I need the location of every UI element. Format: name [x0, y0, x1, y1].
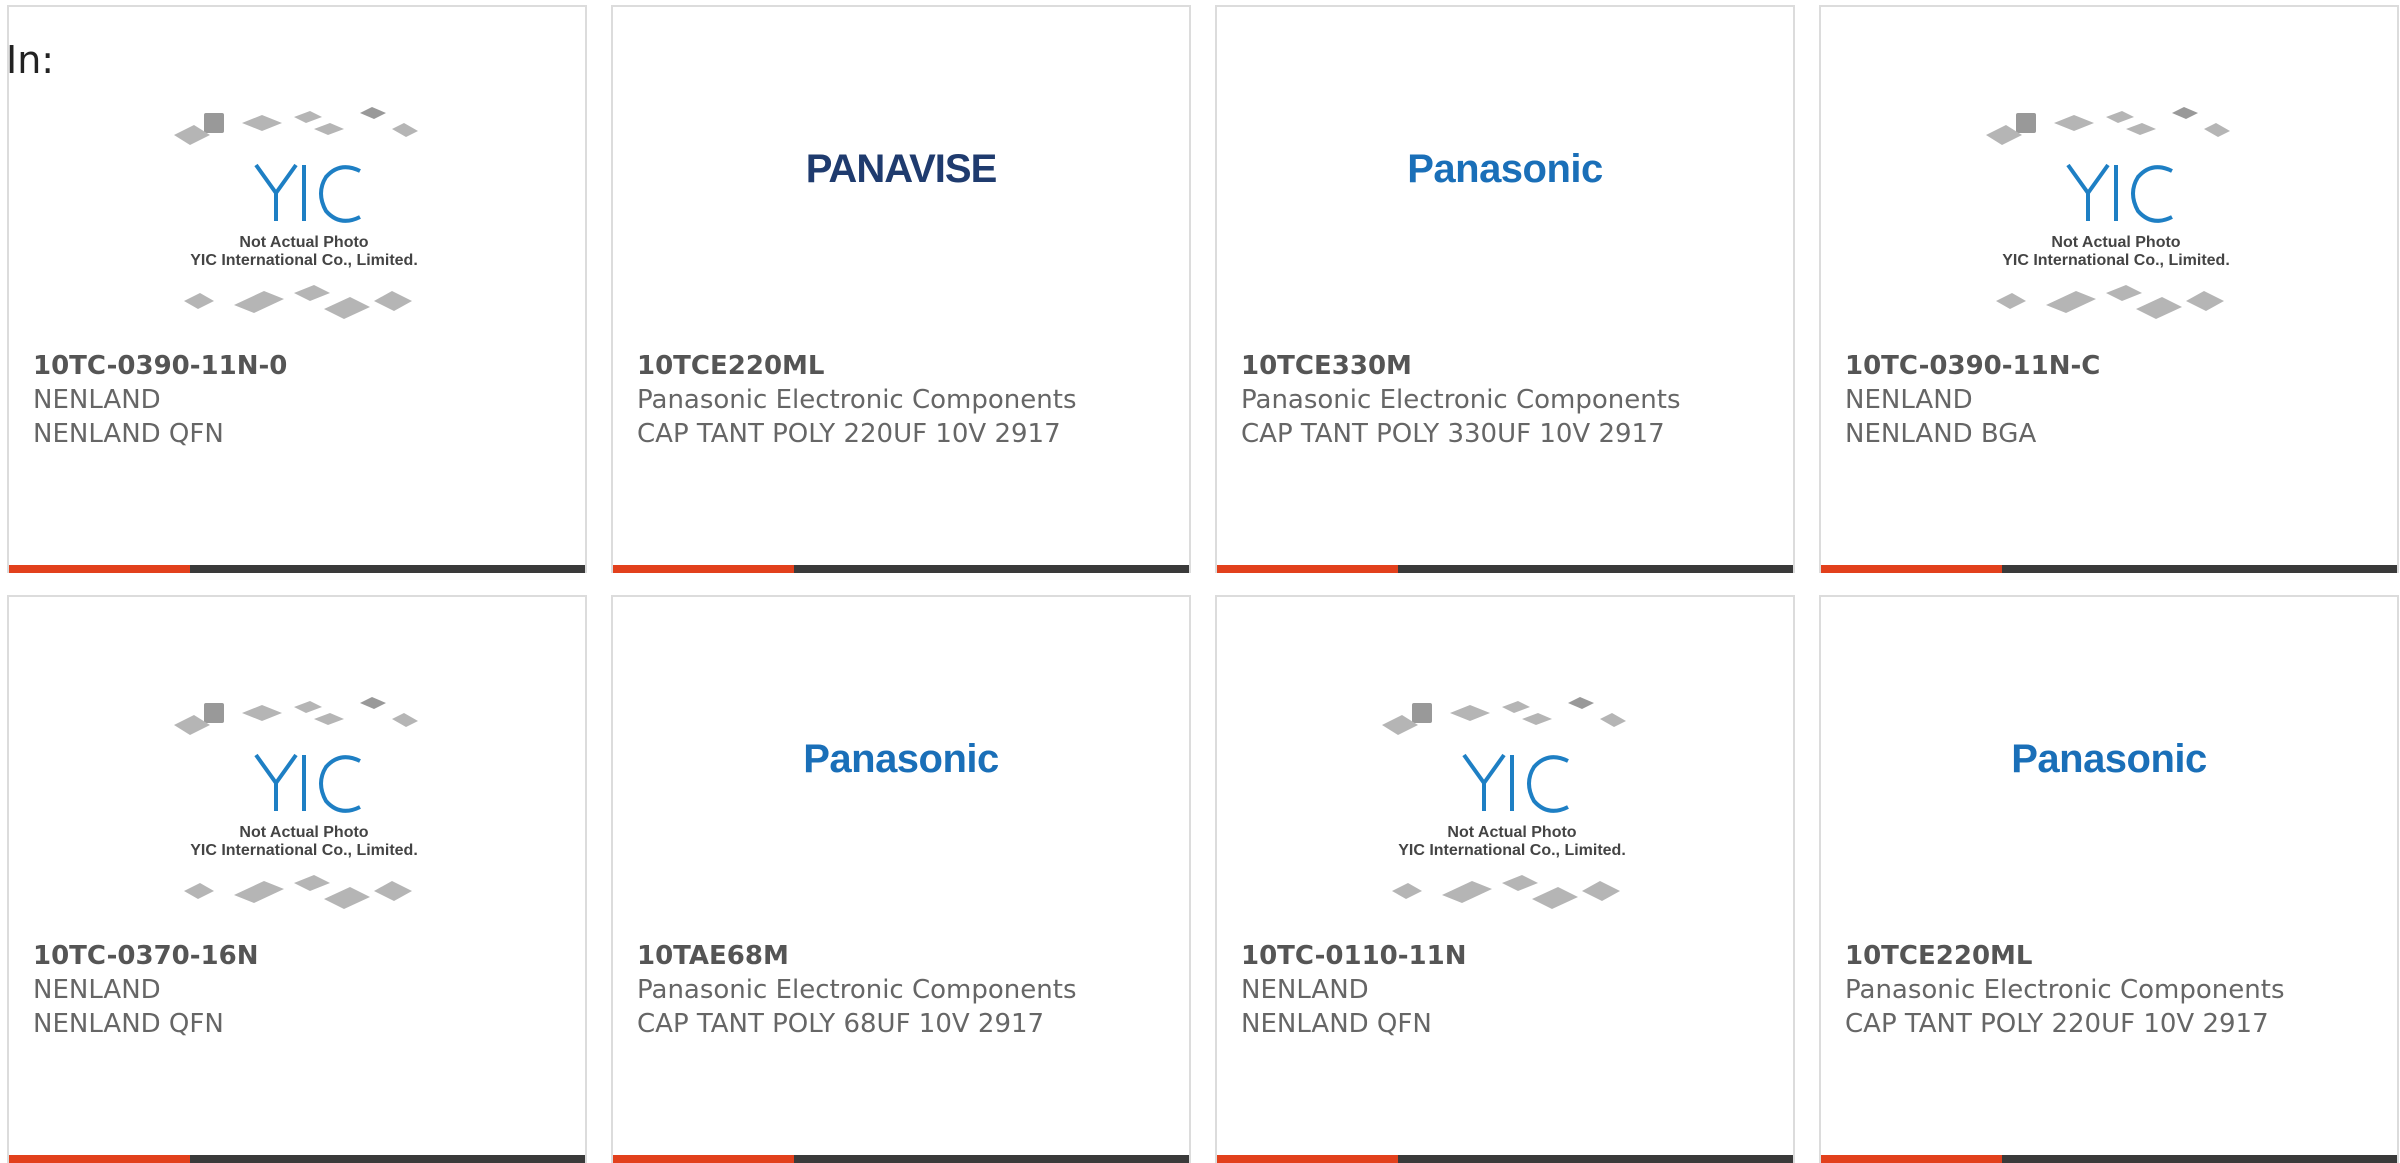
- card-footer-bar: [1821, 1155, 2397, 1163]
- placeholder-caption: Not Actual Photo: [239, 824, 368, 841]
- product-image[interactable]: Panasonic: [613, 677, 1189, 927]
- part-number[interactable]: 10TC-0110-11N: [1241, 939, 1783, 973]
- panavise-logo: PANAVISE: [805, 147, 998, 191]
- description: NENLAND QFN: [33, 419, 224, 449]
- manufacturer: Panasonic Electronic Components: [1241, 385, 1681, 415]
- product-card[interactable]: Panasonic 10TCE330M Panasonic Electronic…: [1215, 5, 1795, 573]
- card-footer-bar: [613, 1155, 1189, 1163]
- manufacturer: NENLAND: [1845, 385, 1973, 415]
- product-image[interactable]: Not Actual Photo YIC International Co., …: [9, 677, 585, 927]
- part-number[interactable]: 10TCE330M: [1241, 349, 1783, 383]
- product-info: 10TCE220ML Panasonic Electronic Componen…: [1845, 939, 2387, 1041]
- description: NENLAND BGA: [1845, 419, 2037, 449]
- manufacturer: NENLAND: [1241, 975, 1369, 1005]
- panasonic-logo: Panasonic: [1407, 147, 1603, 191]
- product-grid: Not Actual Photo YIC International Co., …: [0, 0, 2400, 1163]
- placeholder-caption: Not Actual Photo: [1447, 824, 1576, 841]
- part-number[interactable]: 10TCE220ML: [1845, 939, 2387, 973]
- placeholder-caption: YIC International Co., Limited.: [190, 842, 418, 859]
- description: CAP TANT POLY 220UF 10V 2917: [1845, 1009, 2269, 1039]
- product-image[interactable]: Panasonic: [1217, 87, 1793, 337]
- product-card[interactable]: Panasonic 10TCE220ML Panasonic Electroni…: [1819, 595, 2399, 1163]
- description: CAP TANT POLY 68UF 10V 2917: [637, 1009, 1045, 1039]
- yic-placeholder-image: Not Actual Photo YIC International Co., …: [174, 107, 418, 319]
- product-image[interactable]: Not Actual Photo YIC International Co., …: [9, 87, 585, 337]
- placeholder-caption: YIC International Co., Limited.: [2002, 252, 2230, 269]
- manufacturer: NENLAND: [33, 975, 161, 1005]
- description: NENLAND QFN: [1241, 1009, 1432, 1039]
- product-info: 10TCE330M Panasonic Electronic Component…: [1241, 349, 1783, 451]
- card-footer-bar: [1217, 1155, 1793, 1163]
- product-card[interactable]: Panasonic 10TAE68M Panasonic Electronic …: [611, 595, 1191, 1163]
- placeholder-caption: YIC International Co., Limited.: [190, 252, 418, 269]
- product-card[interactable]: Not Actual Photo YIC International Co., …: [1215, 595, 1795, 1163]
- placeholder-caption: Not Actual Photo: [2051, 234, 2180, 251]
- product-card[interactable]: Not Actual Photo YIC International Co., …: [1819, 5, 2399, 573]
- product-image[interactable]: Not Actual Photo YIC International Co., …: [1821, 87, 2397, 337]
- card-footer-bar: [9, 1155, 585, 1163]
- product-image[interactable]: Not Actual Photo YIC International Co., …: [1217, 677, 1793, 927]
- part-number[interactable]: 10TCE220ML: [637, 349, 1179, 383]
- product-info: 10TAE68M Panasonic Electronic Components…: [637, 939, 1179, 1041]
- yic-placeholder-image: Not Actual Photo YIC International Co., …: [1382, 697, 1626, 909]
- card-footer-bar: [613, 565, 1189, 573]
- product-card[interactable]: Not Actual Photo YIC International Co., …: [7, 5, 587, 573]
- product-info: 10TC-0110-11N NENLAND NENLAND QFN: [1241, 939, 1783, 1041]
- yic-placeholder-image: Not Actual Photo YIC International Co., …: [174, 697, 418, 909]
- product-info: 10TC-0370-16N NENLAND NENLAND QFN: [33, 939, 575, 1041]
- product-info: 10TCE220ML Panasonic Electronic Componen…: [637, 349, 1179, 451]
- panasonic-logo: Panasonic: [2011, 737, 2207, 781]
- card-footer-bar: [9, 565, 585, 573]
- yic-placeholder-image: Not Actual Photo YIC International Co., …: [1986, 107, 2230, 319]
- description: CAP TANT POLY 330UF 10V 2917: [1241, 419, 1665, 449]
- description: NENLAND QFN: [33, 1009, 224, 1039]
- part-number[interactable]: 10TC-0390-11N-C: [1845, 349, 2387, 383]
- placeholder-caption: YIC International Co., Limited.: [1398, 842, 1626, 859]
- product-card[interactable]: PANAVISE 10TCE220ML Panasonic Electronic…: [611, 5, 1191, 573]
- product-image[interactable]: PANAVISE: [613, 87, 1189, 337]
- manufacturer: Panasonic Electronic Components: [637, 975, 1077, 1005]
- product-card[interactable]: Not Actual Photo YIC International Co., …: [7, 595, 587, 1163]
- in-label: In:: [6, 38, 55, 82]
- part-number[interactable]: 10TC-0390-11N-0: [33, 349, 575, 383]
- manufacturer: Panasonic Electronic Components: [1845, 975, 2285, 1005]
- panasonic-logo: Panasonic: [803, 737, 999, 781]
- product-info: 10TC-0390-11N-0 NENLAND NENLAND QFN: [33, 349, 575, 451]
- part-number[interactable]: 10TC-0370-16N: [33, 939, 575, 973]
- card-footer-bar: [1821, 565, 2397, 573]
- product-info: 10TC-0390-11N-C NENLAND NENLAND BGA: [1845, 349, 2387, 451]
- card-footer-bar: [1217, 565, 1793, 573]
- part-number[interactable]: 10TAE68M: [637, 939, 1179, 973]
- manufacturer: Panasonic Electronic Components: [637, 385, 1077, 415]
- product-image[interactable]: Panasonic: [1821, 677, 2397, 927]
- description: CAP TANT POLY 220UF 10V 2917: [637, 419, 1061, 449]
- manufacturer: NENLAND: [33, 385, 161, 415]
- placeholder-caption: Not Actual Photo: [239, 234, 368, 251]
